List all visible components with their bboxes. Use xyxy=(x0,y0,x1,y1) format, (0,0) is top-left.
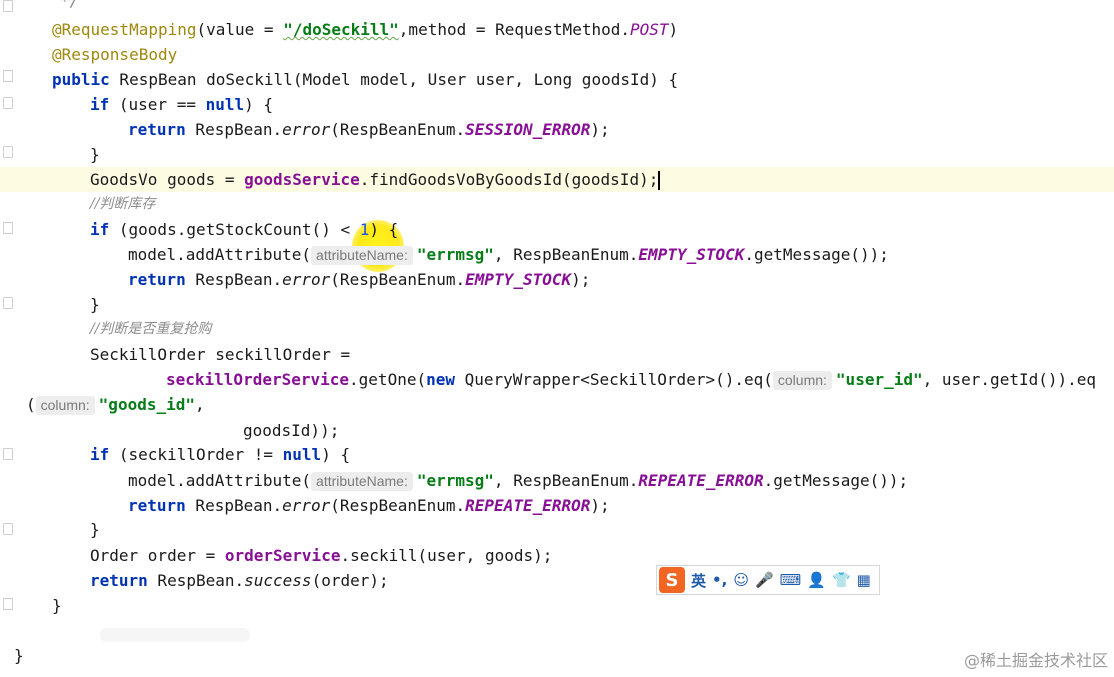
emoji-icon[interactable]: ☺ xyxy=(733,571,749,589)
code-line: model.addAttribute(attributeName: "errmsg… xyxy=(128,471,909,491)
code-comment: //判断库存 xyxy=(90,196,156,212)
code-line: if (user == null) { xyxy=(90,95,274,114)
user-icon[interactable]: 👤 xyxy=(807,571,826,589)
code-line: (column: "goods_id", xyxy=(26,395,205,415)
punctuation-icon[interactable]: •, xyxy=(712,571,727,589)
code-line: if (seckillOrder != null) { xyxy=(90,445,351,464)
code-line: return RespBean.error(RespBeanEnum.REPEA… xyxy=(128,496,610,515)
parameter-hint: attributeName: xyxy=(311,472,413,491)
code-line: } xyxy=(52,596,62,615)
code-line: GoodsVo goods = goodsService.findGoodsVo… xyxy=(90,170,661,190)
sogou-logo-icon[interactable]: S xyxy=(659,567,685,593)
code-line: seckillOrderService.getOne(new QueryWrap… xyxy=(166,370,1097,390)
code-line: if (goods.getStockCount() < 1) { xyxy=(90,220,399,239)
text-caret xyxy=(658,171,661,190)
code-line: public RespBean doSeckill(Model model, U… xyxy=(52,70,679,89)
code-line: @RequestMapping(value = "/doSeckill",met… xyxy=(52,20,679,39)
faded-text xyxy=(100,628,250,642)
parameter-hint: column: xyxy=(35,396,95,415)
code-line: return RespBean.error(RespBeanEnum.EMPTY… xyxy=(128,270,591,289)
code-line: return RespBean.success(order); xyxy=(90,571,389,590)
ime-language-toggle[interactable]: 英 xyxy=(691,570,706,591)
microphone-icon[interactable]: 🎤 xyxy=(755,571,774,589)
ime-toolbar[interactable]: S 英 •, ☺ 🎤 ⌨ 👤 👕 ▦ xyxy=(656,565,880,595)
code-line: model.addAttribute(attributeName: "errmsg… xyxy=(128,245,889,265)
code-line: return RespBean.error(RespBeanEnum.SESSI… xyxy=(128,120,610,139)
grid-menu-icon[interactable]: ▦ xyxy=(857,571,871,589)
parameter-hint: column: xyxy=(772,371,832,390)
code-line: } xyxy=(90,520,100,539)
code-line: */ xyxy=(60,0,80,10)
code-line: } xyxy=(14,646,24,665)
code-editor[interactable]: */ @RequestMapping(value = "/doSeckill",… xyxy=(0,0,1114,677)
code-line: SeckillOrder seckillOrder = xyxy=(90,345,351,364)
keyboard-icon[interactable]: ⌨ xyxy=(780,571,802,589)
skin-icon[interactable]: 👕 xyxy=(832,571,851,589)
code-line: @ResponseBody xyxy=(52,45,178,64)
parameter-hint: attributeName: xyxy=(311,246,413,265)
watermark: @稀土掘金技术社区 xyxy=(963,651,1108,670)
code-line: goodsId)); xyxy=(243,421,340,440)
code-line: } xyxy=(90,145,100,164)
code-line: } xyxy=(90,295,100,314)
code-comment: //判断是否重复抢购 xyxy=(90,321,212,337)
code-line: Order order = orderService.seckill(user,… xyxy=(90,546,553,565)
